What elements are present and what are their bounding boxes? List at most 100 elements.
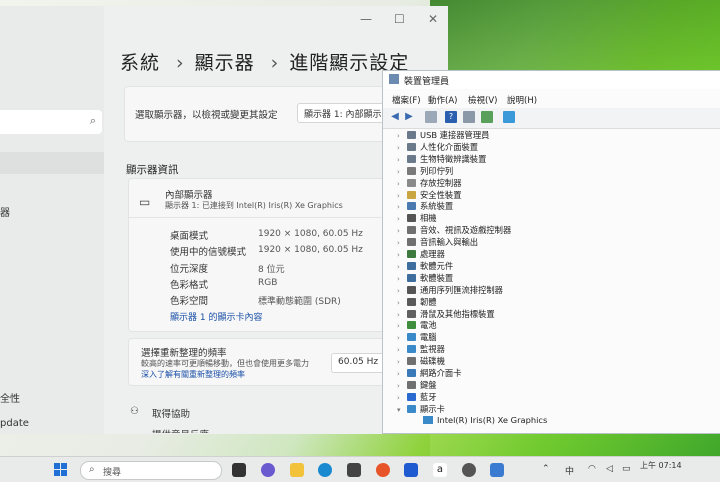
update-driver-icon[interactable] [463,111,475,123]
device-category-row[interactable]: ▾ 顯示卡 [397,403,445,415]
store-icon[interactable] [347,463,361,477]
menu-file[interactable]: 檔案(F) [392,94,421,106]
scan-hardware-icon[interactable] [481,111,493,123]
device-category-row[interactable]: › 人性化介面裝置 [397,141,478,153]
firefox-icon[interactable] [376,463,390,477]
chevron-right-icon[interactable]: › [397,346,407,354]
nav-search-input[interactable]: ⌕ [0,110,102,134]
feedback-link[interactable]: 提供意見反應 [152,427,209,433]
chevron-right-icon[interactable]: › [397,215,407,223]
chevron-right-icon[interactable]: › [397,311,407,319]
device-category-row[interactable]: › 韌體 [397,296,437,308]
device-category-row[interactable]: › 磁碟機 [397,355,445,367]
chevron-right-icon[interactable]: › [397,382,407,390]
chevron-right-icon[interactable]: › [397,168,407,176]
device-category-label: 監視器 [420,344,445,355]
breadcrumb-system[interactable]: 系統 [120,52,160,74]
device-category-row[interactable]: › 生物特徵辨識裝置 [397,153,486,165]
chevron-right-icon[interactable]: › [397,144,407,152]
chevron-right-icon[interactable]: › [397,275,407,283]
device-category-icon [407,321,416,330]
chevron-right-icon[interactable]: › [397,358,407,366]
device-category-label: 韌體 [420,296,437,307]
device-category-row[interactable]: › 音效、視訊及遊戲控制器 [397,224,511,236]
breadcrumb-display[interactable]: 顯示器 [195,52,255,74]
monitor-icon[interactable] [503,111,515,123]
device-category-row[interactable]: › 相機 [397,212,437,224]
help-book-icon[interactable]: ? [445,111,457,123]
chevron-right-icon[interactable]: › [397,180,407,188]
display-connection: 顯示器 1: 已連接到 Intel(R) Iris(R) Xe Graphics [165,201,343,210]
nav-item-display-fragment[interactable]: 器 [0,204,10,219]
chevron-right-icon[interactable]: › [397,227,407,235]
chevron-right-icon: › [270,52,280,74]
menu-action[interactable]: 動作(A) [428,94,457,106]
refresh-rate-learn-more[interactable]: 深入了解有關重新整理的頻率 [141,369,245,380]
volume-icon[interactable]: ◁ [606,464,613,474]
chevron-right-icon[interactable]: › [397,322,407,330]
chevron-right-icon[interactable]: › [397,156,407,164]
device-category-row[interactable]: › 網路介面卡 [397,367,462,379]
settings-gear-icon[interactable] [462,463,476,477]
taskbar-search-input[interactable]: ⌕ 搜尋 [80,461,222,480]
back-icon[interactable]: ◀ [389,111,401,123]
teams-icon[interactable] [261,463,275,477]
refresh-rate-desc: 較高的速率可更順暢移動，但也會使用更多電力 [141,359,309,368]
battery-icon[interactable]: ▭ [622,464,631,474]
file-explorer-icon[interactable] [290,463,304,477]
device-category-row[interactable]: › 軟體元件 [397,260,453,272]
minimize-icon[interactable]: — [360,12,372,26]
device-category-row[interactable]: › 軟體裝置 [397,272,453,284]
chevron-down-icon[interactable]: ▾ [397,406,407,414]
chevron-right-icon[interactable]: › [397,239,407,247]
select-display-prompt: 選取顯示器，以檢視或變更其設定 [135,110,278,121]
amazon-icon[interactable]: a [433,463,447,477]
chevron-right-icon[interactable]: › [397,299,407,307]
ime-indicator[interactable]: 中 [565,464,574,477]
close-icon[interactable]: ✕ [428,12,438,26]
device-category-row[interactable]: › 電池 [397,319,437,331]
task-view-icon[interactable] [232,463,246,477]
forward-icon[interactable]: ▶ [403,111,415,123]
device-category-row[interactable]: › 滑鼠及其他指標裝置 [397,308,495,320]
device-category-row[interactable]: › 安全性裝置 [397,189,462,201]
device-category-row[interactable]: › 監視器 [397,343,445,355]
windows-start-icon[interactable] [54,463,68,477]
dropbox-icon[interactable] [404,463,418,477]
chevron-right-icon[interactable]: › [397,334,407,342]
chevron-right-icon[interactable]: › [397,263,407,271]
menu-help[interactable]: 說明(H) [507,94,537,106]
chevron-right-icon[interactable]: › [397,192,407,200]
device-category-row[interactable]: › 存放控制器 [397,177,462,189]
chevron-up-icon[interactable]: ⌃ [542,464,550,474]
chevron-right-icon[interactable]: › [397,203,407,211]
menu-view[interactable]: 檢視(V) [468,94,497,106]
display-name: 內部顯示器 [165,190,213,201]
device-category-row[interactable]: › USB 連接器管理員 [397,129,489,141]
adapter-properties-link[interactable]: 顯示器 1 的顯示卡內容 [170,310,262,323]
device-category-row[interactable]: › 電腦 [397,331,437,343]
device-category-row[interactable]: › 鍵盤 [397,379,437,391]
edge-icon[interactable] [318,463,332,477]
properties-icon[interactable] [425,111,437,123]
wifi-icon[interactable]: ◠ [588,464,596,474]
device-category-row[interactable]: › 音訊輸入與輸出 [397,236,478,248]
chevron-right-icon[interactable]: › [397,370,407,378]
nav-item-security-fragment[interactable]: 全性 [0,390,20,405]
get-help-link[interactable]: 取得協助 [152,406,190,420]
taskbar-clock[interactable]: 上午 07:14 [640,460,682,471]
device-manager-taskbar-icon[interactable] [490,463,504,477]
device-category-row[interactable]: › 藍牙 [397,391,437,403]
chevron-right-icon[interactable]: › [397,394,407,402]
chevron-right-icon[interactable]: › [397,287,407,295]
chevron-right-icon[interactable]: › [397,251,407,259]
device-manager-titlebar: 裝置管理員 [383,71,720,89]
device-category-row[interactable]: › 通用序列匯流排控制器 [397,284,503,296]
device-category-row[interactable]: › 列印佇列 [397,165,453,177]
device-category-row[interactable]: › 系統裝置 [397,200,453,212]
chevron-right-icon[interactable]: › [397,132,407,140]
maximize-icon[interactable]: ☐ [394,12,405,26]
device-display-adapter-intel[interactable]: Intel(R) Iris(R) Xe Graphics [423,415,547,425]
device-category-row[interactable]: › 處理器 [397,248,445,260]
nav-item-update-fragment[interactable]: pdate [0,418,29,429]
